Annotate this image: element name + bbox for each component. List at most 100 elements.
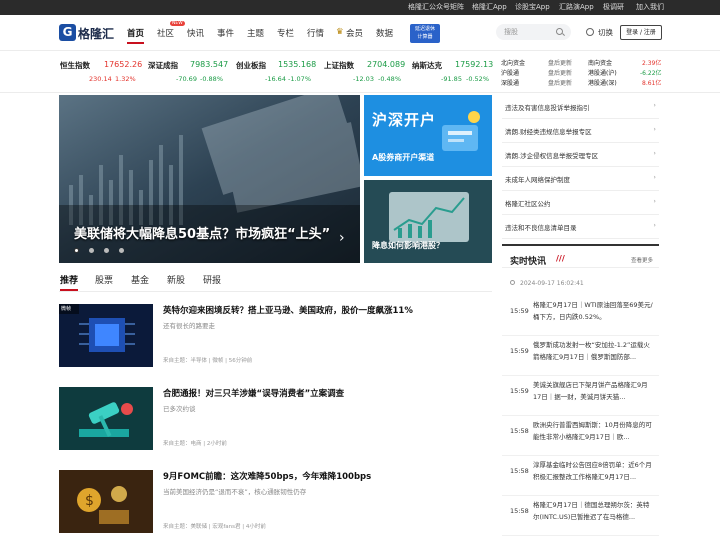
- tab-funds[interactable]: 基金: [131, 273, 149, 286]
- carousel-dot[interactable]: [119, 248, 124, 253]
- chevron-right-icon: ›: [653, 173, 656, 181]
- report-link[interactable]: 违法及有害信息投诉举报指引 ›: [502, 95, 659, 119]
- ticker-cyb[interactable]: 创业板指 1535.168 -16.64 -1.07%: [236, 51, 316, 92]
- nav-market[interactable]: 行情: [307, 27, 324, 39]
- flash-time: 15:59: [510, 387, 529, 395]
- carousel-dot[interactable]: [89, 248, 94, 253]
- chevron-right-icon: ›: [653, 101, 656, 109]
- report-link-label: 违法和不良信息清单目录: [505, 224, 577, 232]
- report-link-label: 违法及有害信息投诉举报指引: [505, 104, 590, 112]
- flow-name[interactable]: 北向资金: [501, 58, 525, 67]
- topbar-link[interactable]: 极调研: [603, 2, 624, 12]
- report-link[interactable]: 违法和不良信息清单目录 ›: [502, 215, 659, 239]
- nav-events[interactable]: 事件: [217, 27, 234, 39]
- ticker-sh[interactable]: 上证指数 2704.089 -12.03 -0.48%: [324, 51, 405, 92]
- report-link[interactable]: 清朗.涉企侵权信息举报受理专区 ›: [502, 143, 659, 167]
- flash-text[interactable]: 欧洲央行普雷西姆斯斯：10月份降息的可能性非常小格隆汇9月17日｜欧...: [533, 419, 653, 445]
- flow-name[interactable]: 港股通(深): [588, 78, 617, 87]
- tab-stocks[interactable]: 股票: [95, 273, 113, 286]
- nav-columns[interactable]: 专栏: [277, 27, 294, 39]
- topbar-link[interactable]: 汇路演App: [559, 2, 594, 12]
- flash-time: 15:58: [510, 427, 529, 435]
- switch-icon[interactable]: [586, 28, 594, 36]
- thumbnail-tag: 微帧: [61, 306, 72, 312]
- flash-item[interactable]: 15:58 欧洲央行普雷西姆斯斯：10月份降息的可能性非常小格隆汇9月17日｜欧.…: [502, 416, 659, 456]
- ticker-name: 深证成指: [148, 61, 178, 70]
- ticker-hsi[interactable]: 恒生指数 17652.26 230.14 1.32%: [60, 51, 142, 92]
- hero-caption[interactable]: 美联储将大幅降息50基点？市场疯狂“上头”: [74, 223, 330, 242]
- topbar-link[interactable]: 加入我们: [636, 2, 664, 12]
- tab-research[interactable]: 研报: [203, 273, 221, 286]
- article-title[interactable]: 9月FOMC前瞻：这次难降50bps，今年难降100bps: [163, 470, 371, 482]
- tab-recommend[interactable]: 推荐: [60, 273, 79, 291]
- carousel-dot[interactable]: [104, 248, 109, 253]
- flash-title: 实时快讯: [510, 257, 547, 267]
- nav-community[interactable]: 社区: [157, 27, 174, 39]
- article-item[interactable]: 合肥通报！对三只羊涉嫌“误导消费者”立案调查 已多次约谈 来自主题：电商 | 2…: [59, 387, 492, 457]
- ticker-change: -70.69: [176, 75, 197, 83]
- ticker-name: 创业板指: [236, 61, 266, 70]
- flash-item[interactable]: 15:59 俄罗斯成功发射一枚“安加拉-1.2”运载火箭格隆汇9月17日｜俄罗斯国…: [502, 336, 659, 376]
- article-item[interactable]: $ 9月FOMC前瞻：这次难降50bps，今年难降100bps 当前美国经济仍是…: [59, 470, 492, 540]
- flash-more-link[interactable]: 查看更多: [631, 256, 653, 264]
- nav-vip[interactable]: 会员: [346, 27, 363, 39]
- switch-label[interactable]: 切换: [598, 27, 613, 38]
- nav-data[interactable]: 数据: [376, 27, 393, 39]
- flow-name[interactable]: 南向资金: [588, 58, 612, 67]
- flash-date: 2024-09-17 16:02:41: [520, 280, 584, 287]
- report-link-label: 未成年人网络保护制度: [505, 176, 570, 184]
- hero-carousel[interactable]: 美联储将大幅降息50基点？市场疯狂“上头” ›: [59, 95, 360, 263]
- banner-hk-stocks[interactable]: 降息如何影响港股？: [364, 180, 492, 263]
- flash-time: 15:58: [510, 467, 529, 475]
- flash-text[interactable]: 淳厚基金临时公告回应8倍罚单：近6个月积极汇报整改工作格隆汇9月17日...: [533, 459, 653, 485]
- live-flash-panel: 实时快讯 /// 查看更多 2024-09-17 16:02:41 15:59 格…: [502, 244, 659, 540]
- article-thumbnail[interactable]: 微帧: [59, 304, 153, 367]
- flash-item[interactable]: 15:58 格隆汇9月17日｜德国总理朔尔茨：英特尔(INTC.US)已暂推迟了在…: [502, 496, 659, 536]
- article-title[interactable]: 合肥通报！对三只羊涉嫌“误导消费者”立案调查: [163, 387, 344, 399]
- flash-item[interactable]: 15:59 格隆汇9月17日｜WTI原油回落至69美元/桶下方，日内跌0.52%。: [502, 296, 659, 336]
- flash-header: 实时快讯 /// 查看更多: [502, 244, 659, 268]
- flash-text[interactable]: 格隆汇9月17日｜德国总理朔尔茨：英特尔(INTC.US)已暂推迟了在马格德..…: [533, 499, 653, 525]
- topbar-link[interactable]: 格隆汇公众号矩阵: [408, 2, 464, 12]
- nav-flash[interactable]: 快讯: [187, 27, 204, 39]
- topbar-link[interactable]: 格隆汇App: [472, 2, 507, 12]
- next-arrow-icon[interactable]: ›: [339, 230, 345, 246]
- article-thumbnail[interactable]: [59, 387, 153, 450]
- flow-name[interactable]: 沪股通: [501, 68, 519, 77]
- flash-text[interactable]: 格隆汇9月17日｜WTI原油回落至69美元/桶下方，日内跌0.52%。: [533, 299, 653, 325]
- nav-topics[interactable]: 主题: [247, 27, 264, 39]
- article-item[interactable]: 微帧 英特尔迎来困境反转？搭上亚马逊、美国政府，股价一度飙涨11% 还有很长的路…: [59, 304, 492, 374]
- login-button[interactable]: 登录 / 注册: [620, 25, 662, 40]
- chevron-right-icon: ›: [653, 197, 656, 205]
- flow-name[interactable]: 港股通(沪): [588, 68, 617, 77]
- carousel-dot-active[interactable]: [74, 248, 79, 253]
- logo-text: 格隆汇: [78, 27, 115, 41]
- tab-ipo[interactable]: 新股: [167, 273, 185, 286]
- ticker-nasdaq[interactable]: 纳斯达克 17592.13 -91.85 -0.52%: [412, 51, 493, 92]
- vip-icon: ♛: [336, 27, 344, 37]
- flow-name[interactable]: 深股通: [501, 78, 519, 87]
- search-input[interactable]: 搜股: [496, 24, 571, 40]
- topbar-link[interactable]: 诊股宝App: [515, 2, 550, 12]
- flash-item[interactable]: 15:59 美诚关旗舰店已下架月饼产品格隆汇9月17日｜据一财，美诚月饼天猫...: [502, 376, 659, 416]
- article-title[interactable]: 英特尔迎来困境反转？搭上亚马逊、美国政府，股价一度飙涨11%: [163, 304, 413, 316]
- ticker-change: -12.03: [353, 75, 374, 83]
- ticker-pct: 1.32%: [115, 75, 136, 83]
- search-icon[interactable]: [556, 28, 563, 35]
- report-link[interactable]: 清朗.财经类违规信息举报专区 ›: [502, 119, 659, 143]
- logo[interactable]: G 格隆汇: [59, 24, 115, 41]
- article-thumbnail[interactable]: $: [59, 470, 153, 533]
- gavel-image: [59, 387, 153, 450]
- report-link[interactable]: 未成年人网络保护制度 ›: [502, 167, 659, 191]
- flash-text[interactable]: 俄罗斯成功发射一枚“安加拉-1.2”运载火箭格隆汇9月17日｜俄罗斯国防部...: [533, 339, 653, 365]
- flash-item[interactable]: 15:58 淳厚基金临时公告回应8倍罚单：近6个月积极汇报整改工作格隆汇9月17日…: [502, 456, 659, 496]
- ticker-price: 17652.26: [104, 60, 143, 69]
- banner-account-opening[interactable]: 沪深开户 A股券商开户渠道: [364, 95, 492, 176]
- article-meta: 来自主题：半导体 | 微帧 | 56分钟前: [163, 358, 253, 364]
- report-link[interactable]: 格隆汇社区公约 ›: [502, 191, 659, 215]
- ticker-szcz[interactable]: 深证成指 7983.547 -70.69 -0.88%: [148, 51, 228, 92]
- flash-text[interactable]: 美诚关旗舰店已下架月饼产品格隆汇9月17日｜据一财，美诚月饼天猫...: [533, 379, 653, 405]
- banner-image: [364, 95, 492, 176]
- retirement-calculator[interactable]: 延迟退休 计算器: [410, 24, 440, 43]
- nav-home[interactable]: 首页: [127, 27, 145, 44]
